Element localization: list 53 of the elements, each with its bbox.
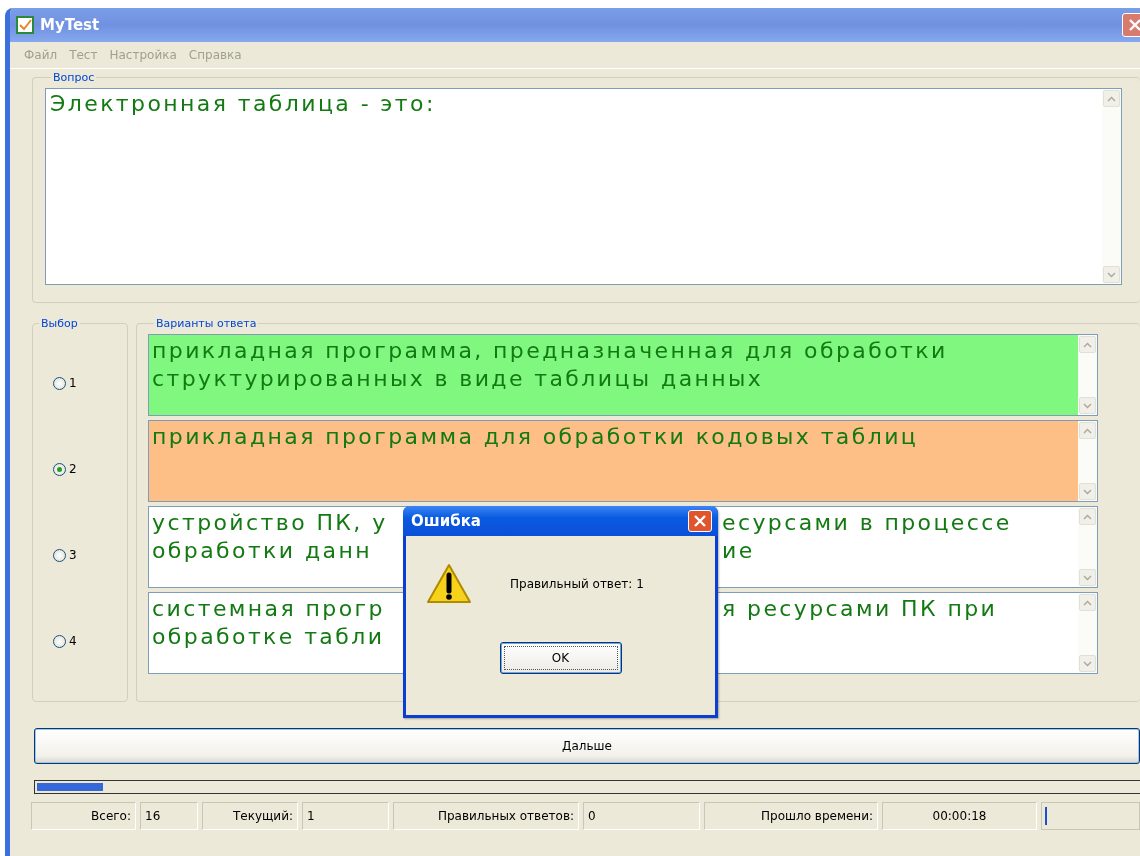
answer-text: есурсами в процессе [722,509,1013,537]
radio-button[interactable] [53,548,66,562]
answer-text: обработки данн [152,537,373,565]
checkbox-icon [16,16,34,34]
status-label: Текущий: [202,802,298,830]
window-title: MyTest [40,16,101,34]
status-label: Прошло времени: [704,802,878,830]
option-number: 3 [69,548,77,562]
answer-text: устройство ПК, у [152,509,389,537]
scrollbar[interactable] [1078,593,1097,673]
status-value: 1 [302,802,389,830]
scroll-down-icon[interactable] [1103,266,1120,283]
option-number: 1 [69,376,77,390]
radio-button[interactable] [53,634,66,648]
scrollbar[interactable] [1078,421,1097,501]
scroll-up-icon[interactable] [1079,422,1096,439]
status-label: Правильных ответов: [393,802,579,830]
status-value: 00:00:18 [882,802,1037,830]
dialog-title: Ошибка [411,512,481,530]
status-value: 16 [140,802,198,830]
answer-text: структурированных в виде таблицы данных [152,365,765,393]
group-label: Вопрос [52,71,96,84]
group-label: Варианты ответа [155,317,258,330]
status-label: Всего: [31,802,136,830]
scroll-down-icon[interactable] [1079,569,1096,586]
answer-text: я ресурсами ПК при [722,595,999,623]
group-label: Выбор [40,317,79,330]
scroll-down-icon[interactable] [1079,397,1096,414]
answer-text: системная прогр [152,595,386,623]
status-value: 0 [583,802,700,830]
scroll-down-icon[interactable] [1079,483,1096,500]
dialog-message: Правильный ответ: 1 [510,577,644,591]
scrollbar[interactable] [1078,335,1097,415]
answer-text: прикладная программа для обработки кодовых таблиц [152,423,920,451]
scrollbar[interactable] [1078,507,1097,587]
scroll-up-icon[interactable] [1079,594,1096,611]
radio-button[interactable] [53,462,66,476]
answer-text: прикладная программа, предназначенная для обработки [152,337,949,365]
next-button[interactable]: Дальше [34,728,1140,764]
option-number: 2 [69,462,77,476]
option-number: 4 [69,634,77,648]
warning-icon [426,562,472,606]
scroll-up-icon[interactable] [1079,336,1096,353]
close-icon[interactable] [688,510,712,532]
scroll-up-icon[interactable] [1079,508,1096,525]
radio-button[interactable] [53,376,66,390]
scroll-up-icon[interactable] [1103,90,1120,107]
ok-button[interactable]: OK [499,642,622,674]
scrollbar[interactable] [1102,89,1121,284]
question-text: Электронная таблица - это: [49,90,437,118]
scroll-down-icon[interactable] [1079,655,1096,672]
answer-text: обработке табли [152,623,386,651]
answer-text: ие [722,537,756,565]
